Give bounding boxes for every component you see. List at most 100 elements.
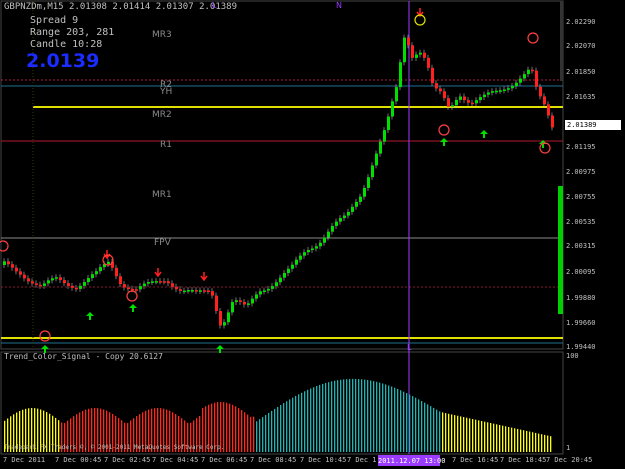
candle	[255, 294, 258, 299]
histogram-bar	[547, 435, 549, 452]
candle	[487, 92, 490, 95]
histogram-bar	[346, 379, 348, 452]
histogram-bar	[262, 417, 264, 452]
candle	[143, 283, 146, 287]
histogram-bar	[343, 379, 345, 452]
range-info: Range 203, 281	[30, 27, 115, 38]
histogram-bar	[403, 391, 405, 452]
candle	[83, 282, 86, 286]
time-axis-label: 7 Dec 20:45	[546, 456, 593, 464]
candle	[295, 259, 298, 265]
histogram-bar	[322, 383, 324, 452]
candle	[343, 215, 346, 219]
candle	[95, 271, 98, 275]
histogram-bar	[466, 417, 468, 452]
histogram-bar	[358, 379, 360, 452]
histogram-bar	[310, 388, 312, 452]
candle	[423, 52, 426, 58]
candle	[475, 100, 478, 104]
candle	[391, 101, 394, 117]
candle	[311, 248, 314, 251]
candle	[383, 130, 386, 142]
candle	[551, 115, 554, 128]
histogram-bar	[502, 425, 504, 452]
histogram-bar	[349, 378, 351, 452]
histogram-bar	[457, 415, 459, 452]
histogram-bar	[274, 408, 276, 452]
histogram-bar	[490, 423, 492, 452]
candle	[531, 69, 534, 72]
candle	[123, 284, 126, 288]
candle	[547, 104, 550, 116]
histogram-bar	[454, 415, 456, 452]
histogram-bar	[412, 396, 414, 452]
candle	[363, 187, 366, 197]
candle	[463, 96, 466, 101]
histogram-bar	[334, 380, 336, 452]
histogram-bar	[418, 399, 420, 452]
mr1-label: MR1	[152, 190, 172, 200]
histogram-bar	[256, 421, 258, 452]
buy-arrow-icon	[129, 304, 137, 312]
histogram-bar	[271, 410, 273, 452]
histogram-bar	[292, 397, 294, 452]
histogram-bar	[427, 404, 429, 452]
candle	[407, 37, 410, 46]
time-axis-label: 2011.12.07 13:00	[378, 457, 446, 465]
scale-bar	[558, 186, 563, 314]
candle	[67, 283, 70, 286]
candle	[59, 277, 62, 281]
time-axis-label: 7 Dec 04:45	[152, 456, 199, 464]
histogram-bar	[364, 379, 366, 452]
price-axis-label: 2.00755	[566, 193, 596, 201]
candle	[51, 278, 54, 281]
histogram-bar	[505, 426, 507, 452]
histogram-bar	[400, 390, 402, 452]
candle	[175, 286, 178, 290]
r1-label: R1	[160, 140, 172, 150]
histogram-bar	[331, 381, 333, 452]
histogram-bar	[421, 400, 423, 452]
candle	[239, 300, 242, 302]
candle	[227, 312, 230, 323]
candle	[415, 54, 418, 58]
candle	[335, 221, 338, 226]
histogram-bar	[367, 380, 369, 452]
candle	[167, 281, 170, 284]
candle	[71, 285, 74, 288]
histogram-bar	[460, 416, 462, 452]
candle	[511, 85, 514, 89]
histogram-bar	[451, 414, 453, 452]
histogram-bar	[316, 386, 318, 452]
histogram-bar	[265, 415, 267, 452]
candle	[499, 90, 502, 92]
histogram-bar	[277, 406, 279, 452]
candle	[127, 287, 130, 290]
candle	[379, 141, 382, 154]
indicator-histogram	[4, 378, 552, 452]
mr2-label: MR2	[152, 110, 172, 120]
candle	[91, 274, 94, 279]
candle	[27, 278, 30, 282]
histogram-bar	[517, 428, 519, 452]
price-axis-label: 2.02070	[566, 42, 596, 50]
histogram-bar	[226, 402, 228, 452]
histogram-bar	[286, 401, 288, 452]
histogram-bar	[514, 428, 516, 452]
time-axis-label: 7 Dec 10:45	[300, 456, 347, 464]
candle	[163, 281, 166, 283]
histogram-bar	[328, 382, 330, 452]
candle	[151, 281, 154, 283]
candle	[155, 281, 158, 283]
histogram-bar	[406, 393, 408, 452]
histogram-bar	[484, 421, 486, 452]
histogram-bar	[415, 397, 417, 452]
candle	[351, 206, 354, 212]
candle	[7, 261, 10, 265]
candle	[403, 37, 406, 63]
candle	[411, 45, 414, 58]
histogram-bar	[247, 414, 249, 452]
time-axis-label: 7 Dec 1	[347, 456, 377, 464]
fpv-label: FPV	[154, 238, 171, 248]
candle	[419, 52, 422, 55]
